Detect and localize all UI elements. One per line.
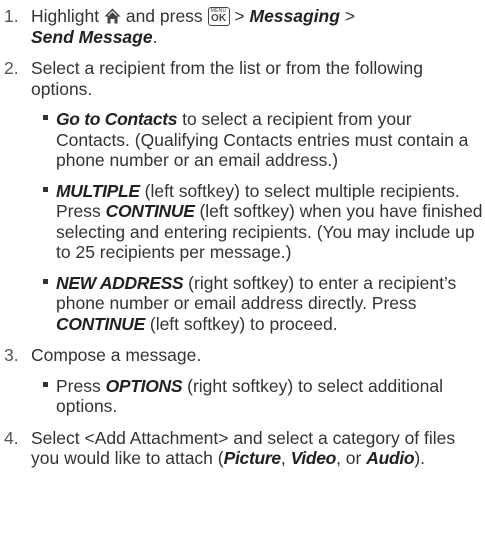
- step-text: Highlight and press MENU OK > Messaging >…: [31, 6, 485, 47]
- step-3: 3. Compose a message. Press OPTIONS (rig…: [0, 345, 485, 417]
- step-1: 1. Highlight and press MENU OK > Messagin…: [0, 6, 485, 47]
- text-segment: and press: [120, 6, 208, 26]
- menu-path-messaging: Messaging: [249, 6, 340, 26]
- option-multiple: MULTIPLE: [56, 180, 140, 201]
- step-number: 2.: [4, 58, 19, 78]
- option-continue: CONTINUE: [56, 313, 145, 334]
- step-text: Compose a message.: [31, 345, 202, 365]
- step-number: 3.: [4, 345, 19, 365]
- text-segment: ).: [414, 448, 426, 468]
- bullet-marker: [43, 186, 48, 192]
- step-text: Select <Add Attachment> and select a cat…: [31, 428, 485, 469]
- home-icon: [104, 8, 121, 24]
- text-segment: Press: [56, 375, 106, 396]
- bullet-marker: [43, 115, 48, 120]
- menu-ok-key-icon: MENU OK: [207, 7, 230, 26]
- category-video: Video: [290, 448, 337, 468]
- step-2: 2. Select a recipient from the list or f…: [0, 58, 485, 334]
- option-go-to-contacts: Go to Contacts: [56, 109, 178, 129]
- key-ok-label: OK: [211, 13, 227, 24]
- bullet-item: NEW ADDRESS (right softkey) to enter a r…: [43, 273, 485, 335]
- text-segment: >: [339, 6, 356, 26]
- option-options: OPTIONS: [105, 375, 183, 396]
- option-new-address: NEW ADDRESS: [56, 272, 184, 293]
- bullet-marker: [43, 381, 48, 387]
- text-segment: , or: [336, 448, 367, 468]
- text-segment: ,: [280, 448, 291, 468]
- step-number: 1.: [4, 6, 19, 26]
- text-segment: >: [229, 6, 250, 26]
- text-segment: .: [152, 26, 158, 47]
- text-segment: Highlight: [31, 6, 104, 26]
- text-segment: (left softkey) to proceed.: [145, 313, 338, 334]
- category-picture: Picture: [223, 448, 282, 468]
- step-4: 4. Select <Add Attachment> and select a …: [0, 428, 485, 469]
- bullet-marker: [43, 278, 48, 284]
- bullet-item: Go to Contacts to select a recipient fro…: [43, 109, 485, 171]
- category-audio: Audio: [366, 448, 415, 468]
- step-number: 4.: [4, 427, 19, 448]
- step-text: Select a recipient from the list or from…: [31, 58, 423, 99]
- menu-path-send-message: Send Message: [31, 26, 153, 47]
- instructions-document: 1. Highlight and press MENU OK > Messagin…: [0, 0, 485, 544]
- bullet-item: Press OPTIONS (right softkey) to select …: [43, 376, 485, 417]
- option-continue: CONTINUE: [105, 201, 195, 221]
- bullet-item: MULTIPLE (left softkey) to select multip…: [43, 181, 485, 263]
